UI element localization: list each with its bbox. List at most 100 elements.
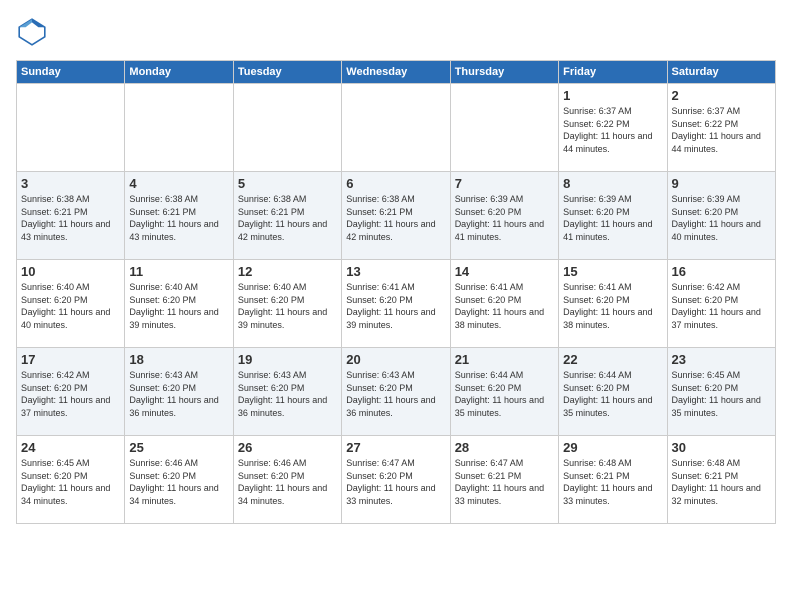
calendar-cell: 20 Sunrise: 6:43 AM Sunset: 6:20 PM Dayli… [342, 348, 450, 436]
day-number: 1 [563, 88, 662, 103]
day-info: Sunrise: 6:43 AM Sunset: 6:20 PM Dayligh… [346, 369, 445, 419]
calendar-cell: 7 Sunrise: 6:39 AM Sunset: 6:20 PM Daylig… [450, 172, 558, 260]
day-number: 18 [129, 352, 228, 367]
calendar-cell: 18 Sunrise: 6:43 AM Sunset: 6:20 PM Dayli… [125, 348, 233, 436]
calendar-cell: 2 Sunrise: 6:37 AM Sunset: 6:22 PM Daylig… [667, 84, 775, 172]
calendar-cell: 4 Sunrise: 6:38 AM Sunset: 6:21 PM Daylig… [125, 172, 233, 260]
calendar-week-2: 3 Sunrise: 6:38 AM Sunset: 6:21 PM Daylig… [17, 172, 776, 260]
day-info: Sunrise: 6:41 AM Sunset: 6:20 PM Dayligh… [455, 281, 554, 331]
calendar-cell [233, 84, 341, 172]
day-info: Sunrise: 6:44 AM Sunset: 6:20 PM Dayligh… [455, 369, 554, 419]
day-info: Sunrise: 6:40 AM Sunset: 6:20 PM Dayligh… [129, 281, 228, 331]
day-number: 5 [238, 176, 337, 191]
calendar-cell: 6Sunrise: 6:38 AM Sunset: 6:21 PM Daylig… [342, 172, 450, 260]
day-number: 13 [346, 264, 445, 279]
calendar-cell: 11 Sunrise: 6:40 AM Sunset: 6:20 PM Dayli… [125, 260, 233, 348]
day-number: 28 [455, 440, 554, 455]
calendar-cell: 3 Sunrise: 6:38 AM Sunset: 6:21 PM Daylig… [17, 172, 125, 260]
day-number: 29 [563, 440, 662, 455]
day-info: Sunrise: 6:38 AM Sunset: 6:21 PM Dayligh… [21, 193, 120, 243]
logo [16, 16, 54, 48]
calendar-cell: 16Sunrise: 6:42 AM Sunset: 6:20 PM Dayli… [667, 260, 775, 348]
day-info: Sunrise: 6:48 AM Sunset: 6:21 PM Dayligh… [563, 457, 662, 507]
day-number: 3 [21, 176, 120, 191]
calendar-cell: 21Sunrise: 6:44 AM Sunset: 6:20 PM Dayli… [450, 348, 558, 436]
day-number: 23 [672, 352, 771, 367]
day-info: Sunrise: 6:39 AM Sunset: 6:20 PM Dayligh… [672, 193, 771, 243]
calendar-cell: 12 Sunrise: 6:40 AM Sunset: 6:20 PM Dayli… [233, 260, 341, 348]
day-number: 2 [672, 88, 771, 103]
calendar-body: 1 Sunrise: 6:37 AM Sunset: 6:22 PM Daylig… [17, 84, 776, 524]
day-info: Sunrise: 6:40 AM Sunset: 6:20 PM Dayligh… [21, 281, 120, 331]
calendar-cell: 17 Sunrise: 6:42 AM Sunset: 6:20 PM Dayli… [17, 348, 125, 436]
day-header-thursday: Thursday [450, 61, 558, 84]
day-number: 19 [238, 352, 337, 367]
day-info: Sunrise: 6:42 AM Sunset: 6:20 PM Dayligh… [672, 281, 771, 331]
day-info: Sunrise: 6:46 AM Sunset: 6:20 PM Dayligh… [238, 457, 337, 507]
calendar-cell: 5 Sunrise: 6:38 AM Sunset: 6:21 PM Daylig… [233, 172, 341, 260]
day-number: 12 [238, 264, 337, 279]
day-number: 26 [238, 440, 337, 455]
day-info: Sunrise: 6:45 AM Sunset: 6:20 PM Dayligh… [21, 457, 120, 507]
day-header-tuesday: Tuesday [233, 61, 341, 84]
day-info: Sunrise: 6:43 AM Sunset: 6:20 PM Dayligh… [238, 369, 337, 419]
day-number: 22 [563, 352, 662, 367]
day-number: 4 [129, 176, 228, 191]
day-info: Sunrise: 6:45 AM Sunset: 6:20 PM Dayligh… [672, 369, 771, 419]
day-info: Sunrise: 6:41 AM Sunset: 6:20 PM Dayligh… [346, 281, 445, 331]
day-info: Sunrise: 6:48 AM Sunset: 6:21 PM Dayligh… [672, 457, 771, 507]
day-number: 10 [21, 264, 120, 279]
day-info: Sunrise: 6:39 AM Sunset: 6:20 PM Dayligh… [455, 193, 554, 243]
calendar-cell: 29 Sunrise: 6:48 AM Sunset: 6:21 PM Dayli… [559, 436, 667, 524]
calendar-week-4: 17 Sunrise: 6:42 AM Sunset: 6:20 PM Dayli… [17, 348, 776, 436]
day-header-sunday: Sunday [17, 61, 125, 84]
calendar-cell [342, 84, 450, 172]
day-number: 25 [129, 440, 228, 455]
calendar-cell [17, 84, 125, 172]
calendar-cell: 10 Sunrise: 6:40 AM Sunset: 6:20 PM Dayli… [17, 260, 125, 348]
calendar-week-3: 10 Sunrise: 6:40 AM Sunset: 6:20 PM Dayli… [17, 260, 776, 348]
day-number: 20 [346, 352, 445, 367]
calendar-cell: 14 Sunrise: 6:41 AM Sunset: 6:20 PM Dayli… [450, 260, 558, 348]
calendar-week-1: 1 Sunrise: 6:37 AM Sunset: 6:22 PM Daylig… [17, 84, 776, 172]
day-info: Sunrise: 6:37 AM Sunset: 6:22 PM Dayligh… [672, 105, 771, 155]
logo-icon [16, 16, 48, 48]
calendar-cell: 25Sunrise: 6:46 AM Sunset: 6:20 PM Dayli… [125, 436, 233, 524]
page-header [16, 16, 776, 48]
day-header-saturday: Saturday [667, 61, 775, 84]
day-info: Sunrise: 6:47 AM Sunset: 6:20 PM Dayligh… [346, 457, 445, 507]
day-info: Sunrise: 6:44 AM Sunset: 6:20 PM Dayligh… [563, 369, 662, 419]
day-number: 8 [563, 176, 662, 191]
calendar-cell: 30 Sunrise: 6:48 AM Sunset: 6:21 PM Dayli… [667, 436, 775, 524]
day-number: 9 [672, 176, 771, 191]
calendar-cell: 22 Sunrise: 6:44 AM Sunset: 6:20 PM Dayli… [559, 348, 667, 436]
day-info: Sunrise: 6:40 AM Sunset: 6:20 PM Dayligh… [238, 281, 337, 331]
day-number: 11 [129, 264, 228, 279]
calendar-cell: 15Sunrise: 6:41 AM Sunset: 6:20 PM Dayli… [559, 260, 667, 348]
day-info: Sunrise: 6:42 AM Sunset: 6:20 PM Dayligh… [21, 369, 120, 419]
day-number: 30 [672, 440, 771, 455]
calendar-cell [125, 84, 233, 172]
calendar-cell: 9 Sunrise: 6:39 AM Sunset: 6:20 PM Daylig… [667, 172, 775, 260]
day-number: 14 [455, 264, 554, 279]
day-number: 7 [455, 176, 554, 191]
day-info: Sunrise: 6:37 AM Sunset: 6:22 PM Dayligh… [563, 105, 662, 155]
calendar-cell: 19 Sunrise: 6:43 AM Sunset: 6:20 PM Dayli… [233, 348, 341, 436]
day-number: 15 [563, 264, 662, 279]
day-number: 24 [21, 440, 120, 455]
day-info: Sunrise: 6:47 AM Sunset: 6:21 PM Dayligh… [455, 457, 554, 507]
day-info: Sunrise: 6:39 AM Sunset: 6:20 PM Dayligh… [563, 193, 662, 243]
calendar-cell: 1 Sunrise: 6:37 AM Sunset: 6:22 PM Daylig… [559, 84, 667, 172]
day-info: Sunrise: 6:38 AM Sunset: 6:21 PM Dayligh… [129, 193, 228, 243]
day-info: Sunrise: 6:38 AM Sunset: 6:21 PM Dayligh… [238, 193, 337, 243]
day-info: Sunrise: 6:43 AM Sunset: 6:20 PM Dayligh… [129, 369, 228, 419]
calendar-cell: 26 Sunrise: 6:46 AM Sunset: 6:20 PM Dayli… [233, 436, 341, 524]
day-header-friday: Friday [559, 61, 667, 84]
calendar-header: SundayMondayTuesdayWednesdayThursdayFrid… [17, 61, 776, 84]
calendar-cell: 28 Sunrise: 6:47 AM Sunset: 6:21 PM Dayli… [450, 436, 558, 524]
day-number: 17 [21, 352, 120, 367]
calendar-cell: 13 Sunrise: 6:41 AM Sunset: 6:20 PM Dayli… [342, 260, 450, 348]
calendar-cell: 23 Sunrise: 6:45 AM Sunset: 6:20 PM Dayli… [667, 348, 775, 436]
day-number: 6 [346, 176, 445, 191]
day-number: 27 [346, 440, 445, 455]
